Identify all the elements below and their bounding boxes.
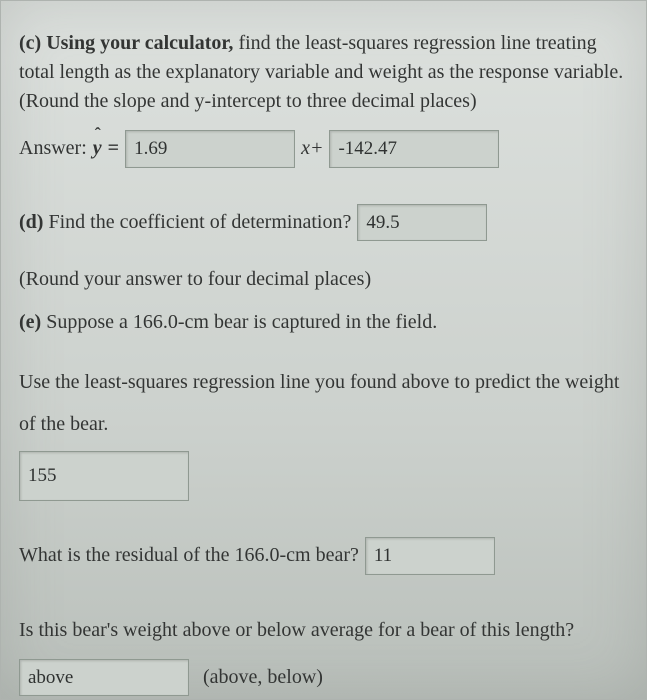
part-d-label: (d): [19, 211, 43, 233]
coefficient-input[interactable]: 49.5: [357, 204, 487, 242]
part-e-predict-row: Use the least-squares regression line yo…: [19, 361, 628, 501]
part-c-label: (c) Using your calculator,: [19, 32, 233, 54]
above-below-text: Is this bear's weight above or below ave…: [19, 619, 574, 641]
above-below-prompt: Is this bear's weight above or below ave…: [19, 611, 628, 649]
above-below-input[interactable]: above: [19, 659, 189, 697]
equals-sign: =: [108, 134, 119, 163]
residual-row: What is the residual of the 166.0-cm bea…: [19, 537, 495, 575]
intercept-input[interactable]: -142.47: [329, 130, 499, 168]
answer-label: Answer:: [19, 134, 87, 163]
part-e-prompt: (e) Suppose a 166.0-cm bear is captured …: [19, 308, 628, 337]
part-e-label: (e): [19, 311, 41, 333]
x-plus-label: x+: [301, 134, 323, 163]
residual-prompt: What is the residual of the 166.0-cm bea…: [19, 541, 359, 570]
part-e-text: Suppose a 166.0-cm bear is captured in t…: [41, 311, 437, 333]
predicted-weight-input[interactable]: 155: [19, 451, 189, 501]
part-c-prompt: (c) Using your calculator, find the leas…: [19, 29, 628, 116]
part-d-row: (d) Find the coefficient of determinatio…: [19, 204, 487, 242]
slope-input[interactable]: 1.69: [125, 130, 295, 168]
part-d-round-note: (Round your answer to four decimal place…: [19, 265, 628, 294]
above-below-row: above (above, below): [19, 659, 323, 697]
worksheet-page: (c) Using your calculator, find the leas…: [0, 0, 647, 700]
y-hat-symbol: y: [93, 134, 102, 163]
above-below-hint: (above, below): [203, 663, 323, 692]
use-line-text: Use the least-squares regression line yo…: [19, 361, 628, 445]
part-c-answer-row: Answer: y = 1.69 x+ -142.47: [19, 130, 628, 168]
part-d-text: Find the coefficient of determination?: [43, 211, 351, 233]
residual-input[interactable]: 11: [365, 537, 495, 575]
